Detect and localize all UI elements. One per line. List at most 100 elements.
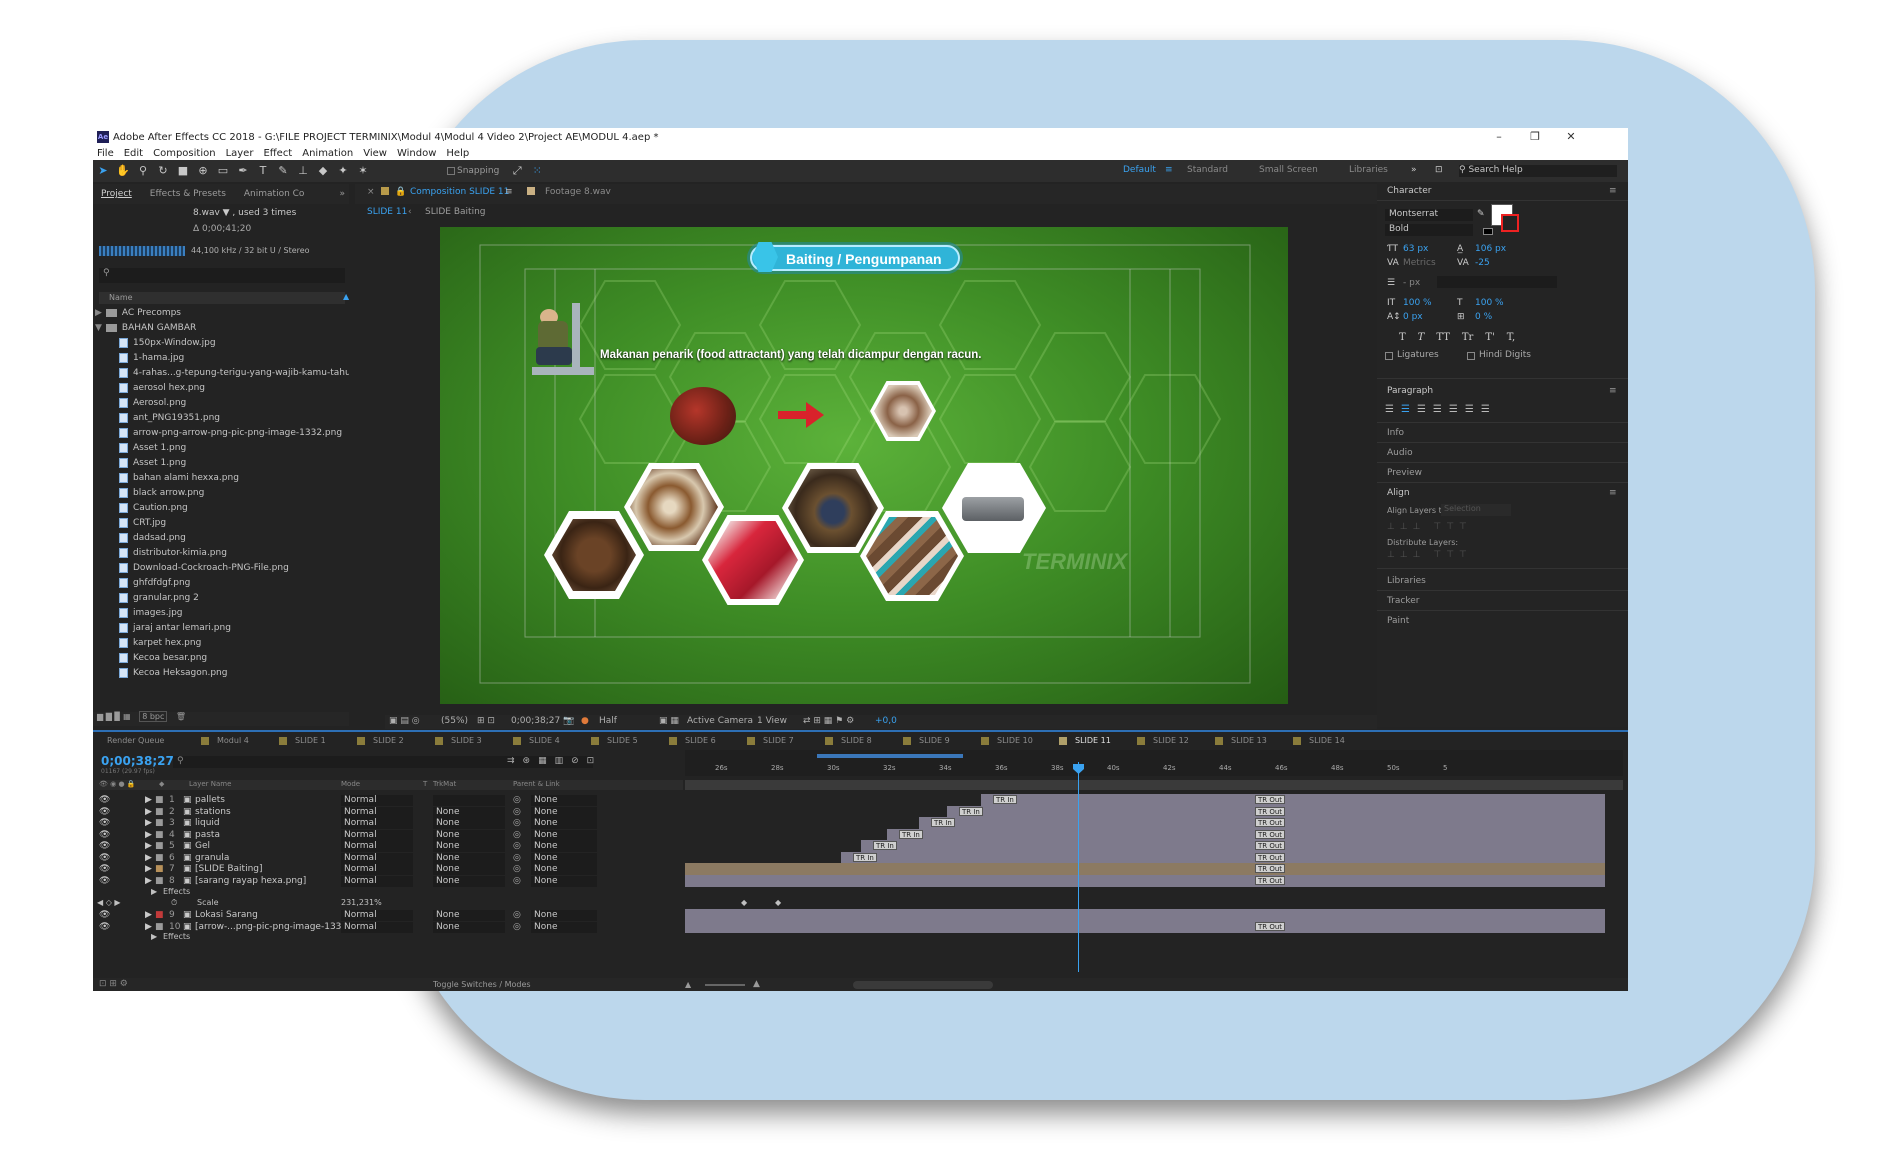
- timeline-tab[interactable]: SLIDE 8: [825, 736, 872, 745]
- project-file-row[interactable]: granular.png 2: [95, 591, 349, 606]
- timeline-tab[interactable]: SLIDE 4: [513, 736, 560, 745]
- project-file-row[interactable]: Caution.png: [95, 501, 349, 516]
- rotate-tool-icon[interactable]: ↻: [155, 163, 171, 179]
- project-file-row[interactable]: 4-rahas...g-tepung-terigu-yang-wajib-kam…: [95, 366, 349, 381]
- parent-select[interactable]: None: [531, 806, 597, 818]
- distribute-buttons-icon[interactable]: ⊥⊥⊥ ⊤⊤⊤: [1387, 550, 1472, 560]
- justify-center-icon[interactable]: ☰: [1449, 404, 1458, 415]
- mode-select[interactable]: Normal: [341, 818, 413, 829]
- parent-select[interactable]: None: [531, 921, 597, 933]
- mode-select[interactable]: Normal: [341, 864, 413, 875]
- project-file-row[interactable]: Kecoa besar.png: [95, 651, 349, 666]
- parent-select[interactable]: None: [531, 852, 597, 864]
- snap-options-icon[interactable]: ⤢: [509, 163, 525, 179]
- playhead[interactable]: [1078, 762, 1079, 972]
- parent-select[interactable]: None: [531, 875, 597, 887]
- expand-icon[interactable]: ▶: [145, 875, 152, 888]
- project-file-row[interactable]: ant_PNG19351.png: [95, 411, 349, 426]
- tab-effects-presets[interactable]: Effects & Presets: [150, 189, 226, 199]
- tab-footage[interactable]: Footage 8.wav: [545, 187, 611, 197]
- keyframe-icon[interactable]: ◆: [775, 898, 781, 907]
- menu-effect[interactable]: Effect: [263, 148, 292, 159]
- view-layout-select[interactable]: 1 View: [757, 716, 787, 726]
- small-caps-button[interactable]: Tr: [1462, 332, 1473, 343]
- visibility-icon[interactable]: 👁: [99, 921, 110, 934]
- close-tab-icon[interactable]: ×: [367, 187, 375, 197]
- vertical-scale-value[interactable]: 100 %: [1403, 298, 1432, 308]
- trkmat-select[interactable]: None: [433, 864, 505, 875]
- anchor-tool-icon[interactable]: ⊕: [195, 163, 211, 179]
- menu-help[interactable]: Help: [446, 148, 469, 159]
- leading-value[interactable]: 106 px: [1475, 244, 1506, 254]
- layer-duration-bar[interactable]: [685, 909, 1605, 921]
- eraser-tool-icon[interactable]: ◆: [315, 163, 331, 179]
- restore-icon[interactable]: ❐: [1517, 128, 1553, 146]
- expand-icon[interactable]: ▶: [151, 887, 157, 896]
- marker-tr-in[interactable]: TR In: [993, 795, 1017, 804]
- trkmat-select[interactable]: None: [433, 829, 505, 841]
- mode-select[interactable]: Normal: [341, 841, 413, 852]
- zoom-select[interactable]: (55%): [441, 716, 468, 726]
- workspace-small-screen[interactable]: Small Screen: [1259, 165, 1318, 175]
- trkmat-select[interactable]: [433, 795, 505, 806]
- zoom-in-icon[interactable]: ▲: [753, 979, 760, 989]
- faux-italic-button[interactable]: T: [1418, 332, 1425, 343]
- folder-row[interactable]: ▶ AC Precomps: [95, 306, 349, 321]
- project-file-row[interactable]: Download-Cockroach-PNG-File.png: [95, 561, 349, 576]
- timeline-tab[interactable]: SLIDE 3: [435, 736, 482, 745]
- snapping-checkbox[interactable]: [447, 167, 455, 175]
- mode-select[interactable]: Normal: [341, 921, 413, 933]
- stopwatch-icon[interactable]: ⏱: [171, 898, 177, 908]
- align-center-icon[interactable]: ☰: [1401, 404, 1410, 415]
- marker-tr-out[interactable]: TR Out: [1255, 864, 1286, 873]
- zoom-out-icon[interactable]: ▲: [685, 980, 691, 989]
- toggle-switches-modes[interactable]: Toggle Switches / Modes: [433, 980, 531, 989]
- tab-animation[interactable]: Animation Co: [244, 189, 305, 199]
- align-to-select[interactable]: Selection: [1441, 504, 1511, 516]
- timeline-tab[interactable]: SLIDE 9: [903, 736, 950, 745]
- scale-property-label[interactable]: Scale: [197, 898, 219, 907]
- font-size-value[interactable]: 63 px: [1403, 244, 1428, 254]
- trkmat-select[interactable]: None: [433, 806, 505, 818]
- pickwhip-icon[interactable]: ◎: [513, 875, 521, 888]
- project-file-row[interactable]: distributor-kimia.png: [95, 546, 349, 561]
- t-column[interactable]: T: [423, 780, 427, 788]
- project-file-row[interactable]: Kecoa Heksagon.png: [95, 666, 349, 681]
- timeline-tab[interactable]: SLIDE 6: [669, 736, 716, 745]
- project-file-row[interactable]: jaraj antar lemari.png: [95, 621, 349, 636]
- hindi-digits-checkbox[interactable]: [1467, 352, 1475, 360]
- sort-icon[interactable]: ▲: [343, 292, 349, 301]
- project-file-row[interactable]: aerosol hex.png: [95, 381, 349, 396]
- expand-icon[interactable]: ▶: [151, 932, 157, 941]
- audio-panel-title[interactable]: Audio: [1387, 448, 1413, 458]
- folder-row[interactable]: ▼ BAHAN GAMBAR: [95, 321, 349, 336]
- timeline-tab[interactable]: SLIDE 10: [981, 736, 1033, 745]
- pen-tool-icon[interactable]: ✒: [235, 163, 251, 179]
- layer-name-column[interactable]: Layer Name: [189, 780, 231, 788]
- parent-select[interactable]: None: [531, 864, 597, 875]
- menu-layer[interactable]: Layer: [226, 148, 254, 159]
- workspace-default[interactable]: Default: [1123, 165, 1156, 175]
- info-panel-title[interactable]: Info: [1387, 428, 1404, 438]
- tab-composition[interactable]: Composition SLIDE 11: [410, 187, 509, 197]
- scale-value[interactable]: 231,231%: [341, 898, 382, 907]
- layer-duration-bar[interactable]: [685, 863, 1605, 875]
- rectangle-tool-icon[interactable]: ▭: [215, 163, 231, 179]
- timeline-tab[interactable]: SLIDE 1: [279, 736, 326, 745]
- hand-tool-icon[interactable]: ✋: [115, 163, 131, 179]
- layer-duration-bar[interactable]: [887, 828, 1605, 841]
- stroke-type-select[interactable]: [1437, 276, 1557, 288]
- superscript-button[interactable]: T': [1485, 332, 1494, 343]
- ligatures-checkbox[interactable]: [1385, 352, 1393, 360]
- project-file-row[interactable]: 1-hama.jpg: [95, 351, 349, 366]
- current-time[interactable]: 0;00;38;27: [511, 716, 560, 726]
- breadcrumb-slide-baiting[interactable]: SLIDE Baiting: [425, 207, 486, 217]
- horizontal-scale-value[interactable]: 100 %: [1475, 298, 1504, 308]
- keyframe-icon[interactable]: ◆: [741, 898, 747, 907]
- project-file-row[interactable]: 150px-Window.jpg: [95, 336, 349, 351]
- camera-tool-icon[interactable]: ■: [175, 163, 191, 179]
- project-file-row[interactable]: karpet hex.png: [95, 636, 349, 651]
- marker-tr-out[interactable]: TR Out: [1255, 875, 1286, 885]
- mode-select[interactable]: Normal: [341, 806, 413, 818]
- timeline-layer-row[interactable]: 👁 ▶ ■ 8 ▣ [sarang rayap hexa.png] Normal None ◎ N…: [93, 875, 683, 888]
